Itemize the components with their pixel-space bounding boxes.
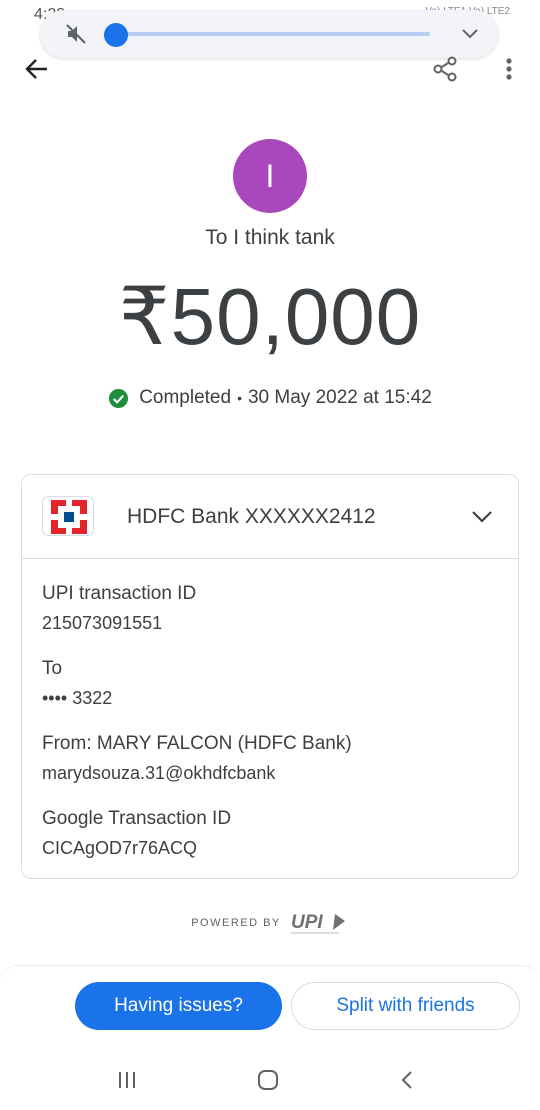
payee-name: To I think tank xyxy=(205,226,335,249)
detail-from: From: MARY FALCON (HDFC Bank) marydsouza… xyxy=(42,731,352,786)
share-icon[interactable] xyxy=(430,54,460,84)
detail-value[interactable]: CICAgOD7r76ACQ xyxy=(42,835,231,861)
powered-by-upi: POWERED BY UPI xyxy=(0,910,540,936)
home-icon[interactable] xyxy=(256,1068,280,1092)
split-with-friends-button[interactable]: Split with friends xyxy=(291,982,520,1030)
transaction-details-card: HDFC Bank XXXXXX2412 UPI transaction ID … xyxy=(21,474,519,879)
detail-value[interactable]: 215073091551 xyxy=(42,610,196,636)
check-circle-icon xyxy=(109,388,129,408)
having-issues-button[interactable]: Having issues? xyxy=(75,982,282,1030)
volume-panel xyxy=(40,10,498,58)
chevron-down-icon[interactable] xyxy=(470,509,494,525)
chevron-down-icon[interactable] xyxy=(460,27,480,41)
detail-label: UPI transaction ID xyxy=(42,583,197,604)
svg-text:UPI: UPI xyxy=(291,912,323,933)
detail-label: To xyxy=(42,658,63,679)
status-text: Completed xyxy=(139,387,232,408)
upi-logo: UPI xyxy=(290,912,345,934)
status-separator: • xyxy=(237,390,242,406)
more-vert-icon[interactable] xyxy=(498,54,520,84)
detail-to: To •••• 3322 xyxy=(42,656,112,711)
bank-account-row[interactable]: HDFC Bank XXXXXX2412 xyxy=(22,475,518,559)
detail-upi-id: UPI transaction ID 215073091551 xyxy=(42,581,196,636)
system-nav-bar xyxy=(0,1050,540,1110)
powered-by-text: POWERED BY xyxy=(191,917,281,929)
back-icon[interactable] xyxy=(398,1069,416,1091)
recents-icon[interactable] xyxy=(116,1070,138,1090)
arrow-left-icon[interactable] xyxy=(22,54,52,84)
volume-slider-thumb[interactable] xyxy=(104,23,128,47)
detail-label: Google Transaction ID xyxy=(42,808,232,829)
hdfc-logo xyxy=(42,496,94,536)
detail-value: marydsouza.31@okhdfcbank xyxy=(42,763,276,783)
detail-google-id: Google Transaction ID CICAgOD7r76ACQ xyxy=(42,806,231,861)
payment-amount: ₹50,000 xyxy=(118,272,422,361)
bank-account-name: HDFC Bank XXXXXX2412 xyxy=(127,505,376,528)
mute-icon[interactable] xyxy=(64,22,88,46)
payment-status: Completed • 30 May 2022 at 15:42 xyxy=(0,387,540,409)
detail-value: •••• 3322 xyxy=(42,688,113,708)
payee-avatar: I xyxy=(233,139,307,213)
detail-label: From: MARY FALCON (HDFC Bank) xyxy=(42,733,352,754)
status-datetime: 30 May 2022 at 15:42 xyxy=(247,387,432,408)
volume-slider-track[interactable] xyxy=(104,32,430,36)
